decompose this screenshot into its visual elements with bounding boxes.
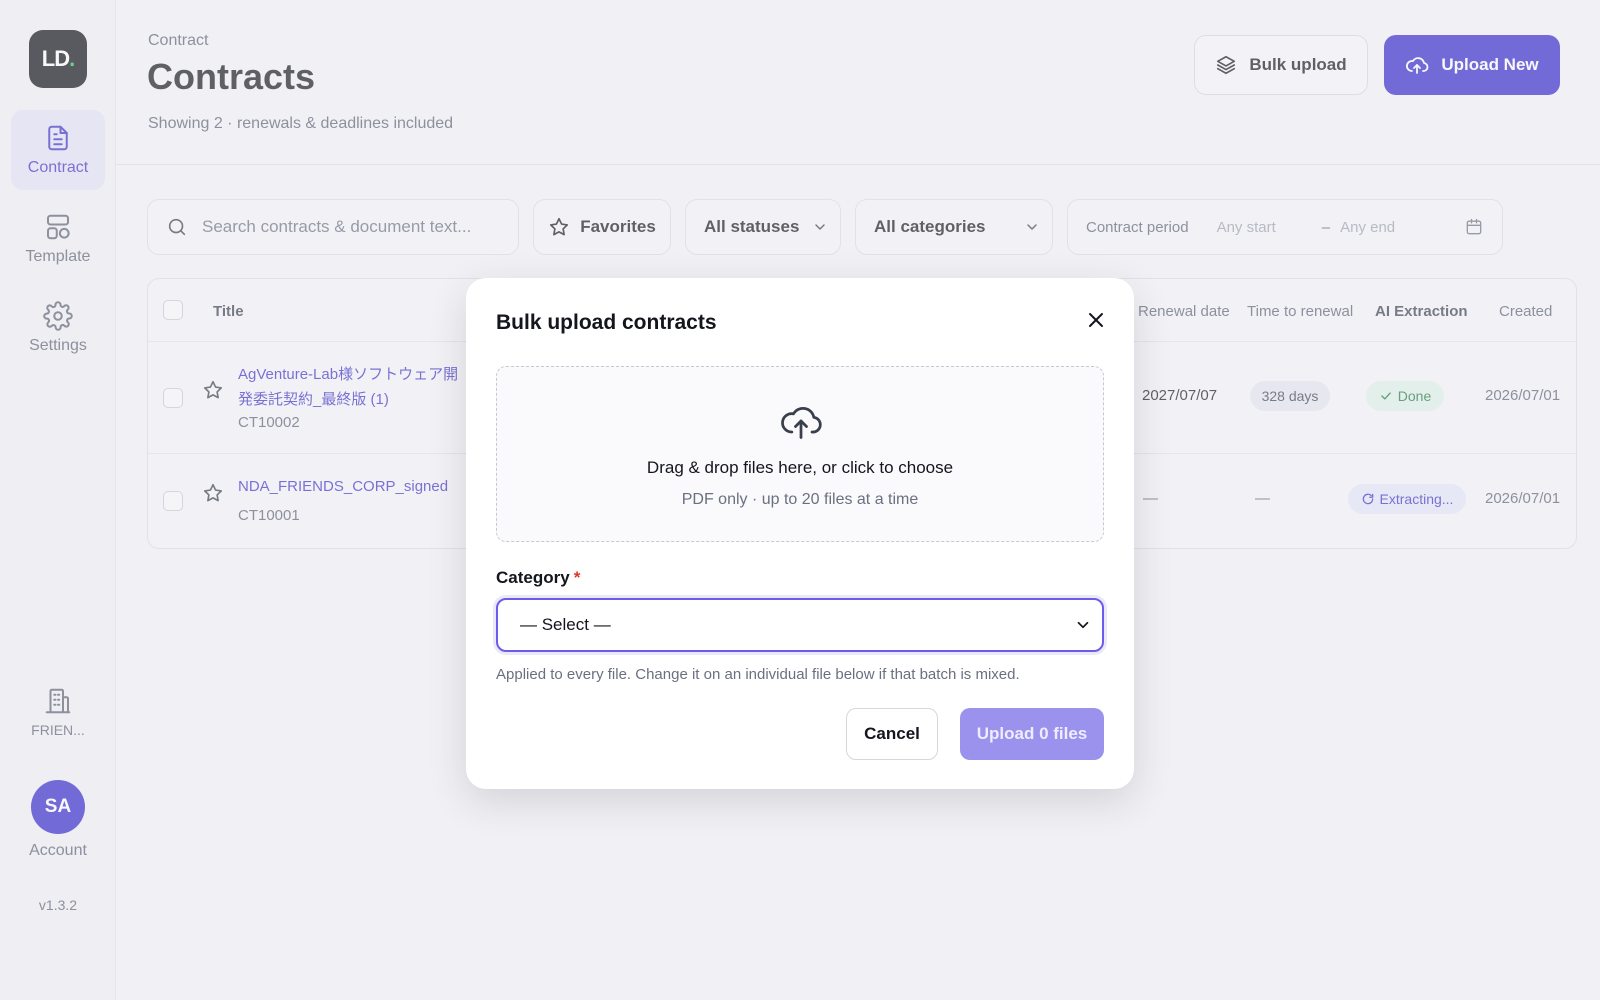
bulk-upload-dialog: Bulk upload contracts Drag & drop files … (466, 278, 1134, 789)
dialog-title: Bulk upload contracts (496, 311, 717, 334)
cloud-upload-icon (781, 406, 822, 439)
upload-files-button[interactable]: Upload 0 files (960, 708, 1104, 760)
category-dropdown[interactable]: — Select — (496, 598, 1104, 652)
file-dropzone[interactable]: Drag & drop files here, or click to choo… (496, 366, 1104, 542)
dropzone-constraints: PDF only · up to 20 files at a time (681, 491, 919, 508)
cancel-button[interactable]: Cancel (846, 708, 938, 760)
close-icon[interactable] (1084, 308, 1108, 332)
dropzone-instruction: Drag & drop files here, or click to choo… (646, 458, 954, 477)
category-field-label: Category * (496, 568, 580, 588)
required-marker: * (573, 568, 581, 587)
category-dropdown-value: — Select — (520, 615, 611, 634)
category-label-text: Category (496, 568, 570, 587)
category-hint: Applied to every file. Change it on an i… (496, 666, 1020, 683)
chevron-down-icon (1077, 621, 1089, 629)
